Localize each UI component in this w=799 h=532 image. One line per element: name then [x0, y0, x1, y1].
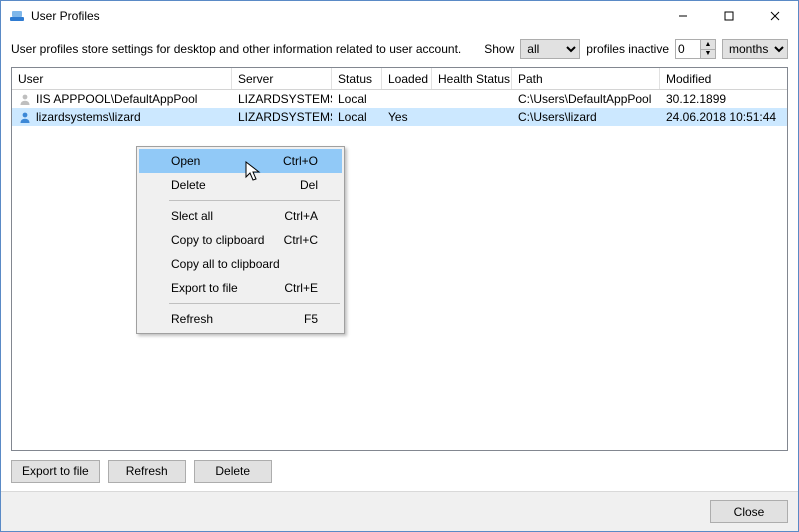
export-button[interactable]: Export to file	[11, 460, 100, 483]
cell-status: Local	[338, 110, 367, 124]
table-row[interactable]: lizardsystems\lizard LIZARDSYSTEMS Local…	[12, 108, 787, 126]
menu-item-label: Delete	[171, 178, 288, 192]
menu-item-label: Open	[171, 154, 271, 168]
menu-item-label: Copy all to clipboard	[171, 257, 306, 271]
filter-bar: User profiles store settings for desktop…	[1, 31, 798, 67]
cell-status: Local	[338, 92, 367, 106]
close-button[interactable]	[752, 1, 798, 31]
profiles-grid: User Server Status Loaded Health Status …	[11, 67, 788, 451]
bottom-button-bar: Export to file Refresh Delete	[1, 451, 798, 491]
col-mod[interactable]: Modified	[660, 68, 787, 89]
menu-item-export[interactable]: Export to file Ctrl+E	[139, 276, 342, 300]
cell-path: C:\Users\lizard	[518, 110, 597, 124]
inactive-stepper[interactable]: ▲ ▼	[675, 39, 716, 59]
menu-separator	[169, 200, 340, 201]
cell-user: IIS APPPOOL\DefaultAppPool	[36, 92, 197, 106]
cell-loaded: Yes	[388, 110, 408, 124]
menu-item-copy[interactable]: Copy to clipboard Ctrl+C	[139, 228, 342, 252]
minimize-button[interactable]	[660, 1, 706, 31]
cell-path: C:\Users\DefaultAppPool	[518, 92, 651, 106]
user-gray-icon	[18, 92, 32, 106]
table-row[interactable]: IIS APPPOOL\DefaultAppPool LIZARDSYSTEMS…	[12, 90, 787, 108]
menu-item-label: Refresh	[171, 312, 292, 326]
col-loaded[interactable]: Loaded	[382, 68, 432, 89]
refresh-button[interactable]: Refresh	[108, 460, 186, 483]
months-select[interactable]: months	[722, 39, 788, 59]
inactive-label: profiles inactive	[586, 42, 669, 56]
menu-item-label: Slect all	[171, 209, 272, 223]
menu-item-label: Export to file	[171, 281, 272, 295]
menu-item-shortcut: Ctrl+C	[284, 233, 318, 247]
menu-item-label: Copy to clipboard	[171, 233, 272, 247]
menu-item-shortcut: F5	[304, 312, 318, 326]
user-blue-icon	[18, 110, 32, 124]
inactive-value[interactable]	[676, 40, 700, 58]
col-status[interactable]: Status	[332, 68, 382, 89]
window-title: User Profiles	[31, 9, 660, 23]
stepper-buttons: ▲ ▼	[700, 40, 715, 58]
col-health[interactable]: Health Status	[432, 68, 512, 89]
cell-mod: 24.06.2018 10:51:44	[666, 110, 776, 124]
cell-mod: 30.12.1899	[666, 92, 726, 106]
window-buttons	[660, 1, 798, 31]
menu-item-delete[interactable]: Delete Del	[139, 173, 342, 197]
menu-item-shortcut: Ctrl+O	[283, 154, 318, 168]
menu-item-open[interactable]: Open Ctrl+O	[139, 149, 342, 173]
stepper-down-icon[interactable]: ▼	[701, 49, 715, 59]
cell-server: LIZARDSYSTEMS	[238, 110, 332, 124]
maximize-button[interactable]	[706, 1, 752, 31]
close-dialog-button[interactable]: Close	[710, 500, 788, 523]
menu-item-shortcut: Ctrl+E	[284, 281, 318, 295]
grid-header: User Server Status Loaded Health Status …	[12, 68, 787, 90]
window: User Profiles User profiles store settin…	[0, 0, 799, 532]
menu-item-shortcut: Del	[300, 178, 318, 192]
show-label: Show	[484, 42, 514, 56]
grid-body: IIS APPPOOL\DefaultAppPool LIZARDSYSTEMS…	[12, 90, 787, 450]
col-server[interactable]: Server	[232, 68, 332, 89]
stepper-up-icon[interactable]: ▲	[701, 40, 715, 49]
delete-button[interactable]: Delete	[194, 460, 272, 483]
context-menu: Open Ctrl+O Delete Del Slect all Ctrl+A …	[136, 146, 345, 334]
menu-item-refresh[interactable]: Refresh F5	[139, 307, 342, 331]
description-text: User profiles store settings for desktop…	[11, 42, 461, 56]
cell-server: LIZARDSYSTEMS	[238, 92, 332, 106]
cell-user: lizardsystems\lizard	[36, 110, 141, 124]
col-path[interactable]: Path	[512, 68, 660, 89]
menu-item-copy-all[interactable]: Copy all to clipboard	[139, 252, 342, 276]
menu-separator	[169, 303, 340, 304]
app-icon	[9, 8, 25, 24]
menu-item-select-all[interactable]: Slect all Ctrl+A	[139, 204, 342, 228]
col-user[interactable]: User	[12, 68, 232, 89]
dialog-footer: Close	[1, 491, 798, 531]
title-bar: User Profiles	[1, 1, 798, 31]
show-select[interactable]: all	[520, 39, 580, 59]
menu-item-shortcut: Ctrl+A	[284, 209, 318, 223]
